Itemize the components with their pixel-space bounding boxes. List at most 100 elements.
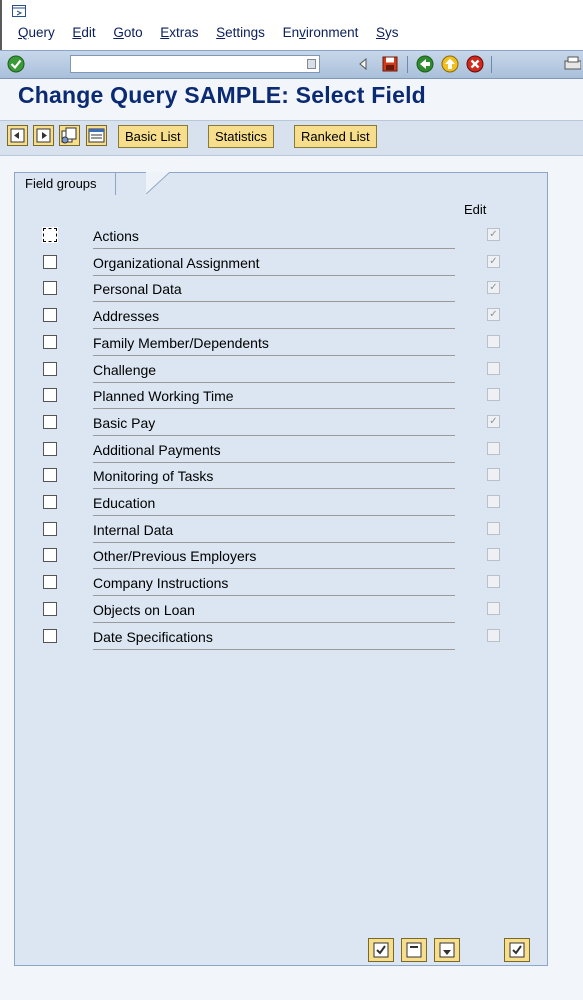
list-item: Challenge bbox=[0, 356, 583, 383]
field-group-label: Education bbox=[93, 489, 455, 516]
list-item: Organizational Assignment ✓ bbox=[0, 249, 583, 276]
menu-query-label: uery bbox=[28, 25, 55, 40]
menu-edit[interactable]: Edit bbox=[72, 25, 95, 40]
list-item: Monitoring of Tasks bbox=[0, 462, 583, 490]
next-screen-button[interactable] bbox=[33, 125, 54, 146]
menu-settings[interactable]: Settings bbox=[216, 25, 265, 40]
back-arrow-icon[interactable] bbox=[355, 55, 373, 73]
list-item: Other/Previous Employers bbox=[0, 542, 583, 570]
field-group-label: Actions bbox=[93, 222, 455, 249]
field-group-label: Challenge bbox=[93, 356, 455, 383]
print-icon[interactable] bbox=[563, 55, 581, 73]
previous-screen-button[interactable] bbox=[7, 125, 28, 146]
field-group-label: Internal Data bbox=[93, 516, 455, 543]
dropdown-icon[interactable] bbox=[307, 59, 316, 69]
list-view-icon bbox=[88, 128, 105, 143]
application-toolbar: Basic List Statistics Ranked List bbox=[0, 120, 583, 156]
move-down-icon bbox=[439, 942, 455, 958]
list-item: Addresses ✓ bbox=[0, 302, 583, 330]
select-checkbox[interactable] bbox=[43, 281, 57, 296]
list-item: Company Instructions bbox=[0, 569, 583, 597]
edit-checkbox bbox=[487, 548, 500, 562]
select-checkbox[interactable] bbox=[43, 361, 57, 376]
edit-checkbox-checked: ✓ bbox=[487, 281, 500, 295]
save-icon[interactable] bbox=[381, 55, 399, 73]
menu-extras[interactable]: Extras bbox=[160, 25, 198, 40]
menu-items: Query Edit Goto Extras Settings Environm… bbox=[18, 25, 413, 40]
menu-query[interactable]: Query bbox=[18, 25, 55, 40]
menu-system[interactable]: Sys bbox=[376, 25, 399, 40]
select-checkbox[interactable] bbox=[43, 308, 57, 323]
menu-query-key: Q bbox=[18, 25, 29, 40]
select-checkbox[interactable] bbox=[43, 441, 57, 456]
list-view-button[interactable] bbox=[86, 125, 107, 146]
select-all-icon bbox=[373, 942, 389, 958]
menu-goto-key: G bbox=[113, 25, 124, 40]
select-block-button[interactable] bbox=[504, 938, 530, 962]
list-item: Additional Payments bbox=[0, 436, 583, 463]
field-group-label: Other/Previous Employers bbox=[93, 542, 455, 570]
select-checkbox[interactable] bbox=[43, 334, 57, 349]
edit-checkbox bbox=[487, 468, 500, 482]
page-back-icon bbox=[10, 128, 25, 143]
field-group-label: Planned Working Time bbox=[93, 382, 455, 410]
list-item: Internal Data bbox=[0, 516, 583, 543]
select-checkbox[interactable] bbox=[42, 227, 58, 243]
list-item: Date Specifications bbox=[0, 623, 583, 650]
field-group-label: Additional Payments bbox=[93, 436, 455, 463]
select-checkbox[interactable] bbox=[43, 628, 57, 643]
edit-checkbox-checked: ✓ bbox=[487, 308, 500, 322]
edit-checkbox bbox=[487, 601, 500, 615]
edit-checkbox bbox=[487, 441, 500, 455]
command-field[interactable] bbox=[70, 55, 320, 73]
select-all-button[interactable] bbox=[368, 938, 394, 962]
field-group-label: Organizational Assignment bbox=[93, 249, 455, 276]
menu-settings-key: S bbox=[216, 25, 226, 40]
select-checkbox[interactable] bbox=[43, 548, 57, 563]
field-group-label: Basic Pay bbox=[93, 409, 455, 436]
menu-environment[interactable]: Environment bbox=[283, 25, 359, 40]
select-checkbox[interactable] bbox=[43, 388, 57, 403]
select-checkbox[interactable] bbox=[43, 575, 57, 590]
select-checkbox[interactable] bbox=[43, 601, 57, 616]
system-toolbar bbox=[0, 50, 583, 79]
select-checkbox[interactable] bbox=[43, 468, 57, 483]
field-group-label: Date Specifications bbox=[93, 623, 455, 650]
menu-system-label: ys bbox=[385, 25, 399, 40]
deselect-all-button[interactable] bbox=[401, 938, 427, 962]
exit-icon[interactable] bbox=[441, 55, 459, 73]
menu-edit-label: dit bbox=[81, 25, 96, 40]
menu-settings-label: ettings bbox=[225, 25, 265, 40]
list-item: Planned Working Time bbox=[0, 382, 583, 410]
list-item: Education bbox=[0, 489, 583, 516]
select-checkbox[interactable] bbox=[43, 254, 57, 269]
select-checkbox[interactable] bbox=[43, 414, 57, 429]
enter-icon[interactable] bbox=[7, 55, 25, 73]
edit-checkbox-checked: ✓ bbox=[487, 414, 500, 428]
back-icon[interactable] bbox=[416, 55, 434, 73]
menu-icon[interactable] bbox=[12, 5, 26, 17]
statistics-button[interactable]: Statistics bbox=[208, 125, 275, 148]
field-group-label: Objects on Loan bbox=[93, 596, 455, 623]
select-checkbox[interactable] bbox=[43, 495, 57, 509]
menu-system-key: S bbox=[375, 25, 385, 40]
tab-field-groups[interactable]: Field groups bbox=[14, 172, 116, 195]
field-groups-button[interactable] bbox=[59, 125, 80, 146]
field-group-label: Monitoring of Tasks bbox=[93, 462, 455, 490]
copy-pages-icon bbox=[61, 127, 77, 144]
select-checkbox[interactable] bbox=[43, 521, 57, 536]
cancel-icon[interactable] bbox=[466, 55, 484, 73]
basic-list-button[interactable]: Basic List bbox=[118, 125, 188, 148]
menu-bar: Query Edit Goto Extras Settings Environm… bbox=[0, 0, 583, 50]
menu-goto[interactable]: Goto bbox=[113, 25, 142, 40]
field-group-label: Personal Data bbox=[93, 275, 455, 303]
field-group-label: Family Member/Dependents bbox=[93, 329, 455, 356]
edit-checkbox-checked: ✓ bbox=[487, 254, 500, 268]
toolbar-separator bbox=[407, 56, 408, 73]
move-down-button[interactable] bbox=[434, 938, 460, 962]
ranked-list-button[interactable]: Ranked List bbox=[294, 125, 377, 148]
edit-checkbox bbox=[487, 575, 500, 589]
menu-goto-label: oto bbox=[123, 25, 143, 40]
toolbar-separator bbox=[491, 56, 492, 73]
window-edge bbox=[0, 0, 2, 50]
